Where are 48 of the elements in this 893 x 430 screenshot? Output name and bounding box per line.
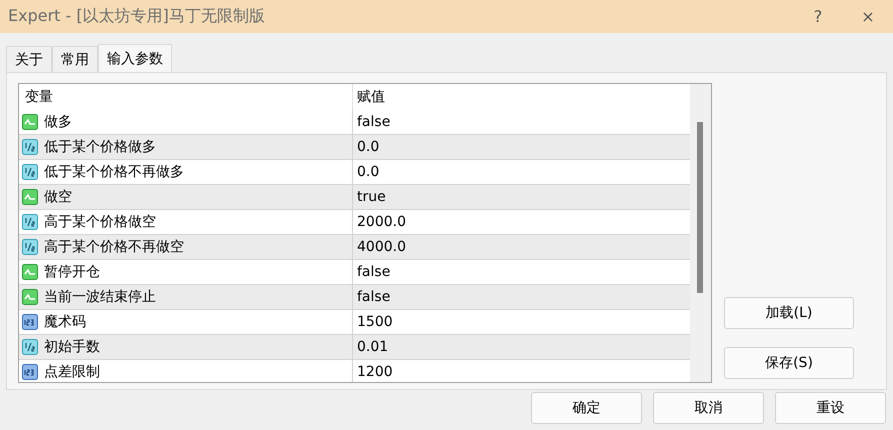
toggle-icon (22, 189, 38, 205)
parameter-name: 低于某个价格做多 (44, 138, 156, 156)
parameter-value: 2000.0 (356, 214, 406, 230)
close-button[interactable]: × (843, 7, 893, 26)
parameter-value: false (356, 264, 390, 280)
tab[interactable]: 关于 (6, 46, 52, 72)
parameter-value: 1200 (356, 364, 393, 380)
side-button[interactable]: 加载(L) (724, 297, 854, 329)
dialog-button[interactable]: 重设 (775, 392, 886, 424)
integer-icon (22, 314, 38, 330)
dialog-button[interactable]: 确定 (531, 392, 642, 424)
parameter-name: 高于某个价格不再做空 (44, 238, 184, 256)
parameter-name: 当前一波结束停止 (44, 288, 156, 306)
fraction-icon (22, 339, 38, 355)
parameter-name: 高于某个价格做空 (44, 213, 156, 231)
parameter-value: 4000.0 (356, 239, 406, 255)
fraction-icon (22, 139, 38, 155)
dialog-button[interactable]: 取消 (653, 392, 764, 424)
fraction-icon (22, 164, 38, 180)
parameter-name: 低于某个价格不再做多 (44, 163, 184, 181)
help-button[interactable]: ? (793, 7, 843, 26)
column-header: 变量 (25, 88, 53, 106)
tab[interactable]: 输入参数 (98, 44, 172, 72)
parameter-value: true (356, 189, 386, 205)
parameter-value: 0.01 (356, 339, 388, 355)
parameter-value: false (356, 289, 390, 305)
fraction-icon (22, 239, 38, 255)
tab[interactable]: 常用 (52, 46, 98, 72)
toggle-icon (22, 264, 38, 280)
window-title: Expert - [以太坊专用]马丁无限制版 (8, 6, 266, 27)
parameter-name: 魔术码 (44, 313, 86, 331)
parameter-value: 1500 (356, 314, 393, 330)
toggle-icon (22, 114, 38, 130)
parameter-name: 点差限制 (44, 363, 100, 381)
side-button[interactable]: 保存(S) (724, 347, 854, 379)
scrollbar-thumb[interactable] (697, 122, 703, 293)
parameter-value: 0.0 (356, 164, 380, 180)
fraction-icon (22, 214, 38, 230)
integer-icon (22, 364, 38, 380)
scrollbar[interactable] (690, 84, 711, 382)
parameter-value: false (356, 114, 390, 130)
column-header: 赋值 (356, 88, 385, 106)
toggle-icon (22, 289, 38, 305)
parameter-value: 0.0 (356, 139, 380, 155)
parameter-name: 做空 (44, 188, 72, 206)
parameter-name: 做多 (44, 113, 72, 131)
parameter-name: 初始手数 (44, 338, 100, 356)
parameter-name: 暂停开仓 (44, 263, 100, 281)
